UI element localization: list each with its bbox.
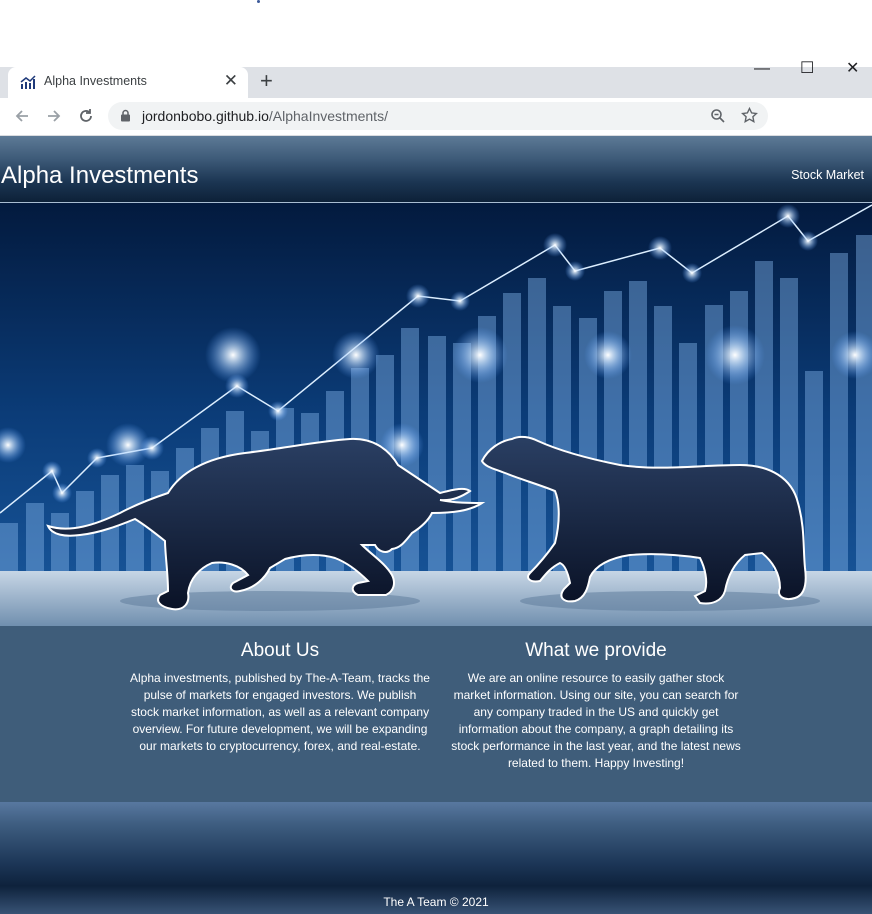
info-section: About Us Alpha investments, published by… — [0, 626, 872, 802]
nav-link-stock-market[interactable]: Stock Market — [791, 168, 864, 182]
close-icon[interactable]: ✕ — [224, 72, 238, 89]
window-close-icon[interactable]: ✕ — [846, 61, 859, 77]
browser-toolbar: jordonbobo.github.io/AlphaInvestments/ J — [0, 98, 872, 225]
star-icon[interactable] — [741, 106, 758, 129]
hero-image — [0, 202, 872, 628]
minimize-icon[interactable]: — — [754, 61, 770, 77]
lock-icon[interactable] — [120, 109, 131, 127]
page-content: Alpha Investments Stock Market About Us … — [0, 136, 872, 914]
desktop-background — [0, 0, 872, 67]
tab-alpha-investments[interactable]: Alpha Investments ✕ — [8, 67, 248, 98]
plus-icon[interactable]: + — [260, 70, 273, 92]
about-us-section: About Us Alpha investments, published by… — [130, 640, 430, 755]
footer-copyright: The A Team © 2021 — [383, 895, 489, 909]
zoom-icon[interactable] — [710, 108, 726, 129]
reload-icon[interactable] — [76, 106, 96, 126]
tab-title: Alpha Investments — [44, 74, 147, 88]
address-bar[interactable]: jordonbobo.github.io/AlphaInvestments/ — [108, 102, 768, 130]
stray-dot — [257, 0, 260, 3]
site-header: Alpha Investments Stock Market — [0, 136, 872, 202]
what-we-provide-heading: What we provide — [525, 640, 667, 661]
url-text: jordonbobo.github.io/AlphaInvestments/ — [142, 108, 388, 124]
chart-favicon-icon — [20, 74, 36, 90]
site-title[interactable]: Alpha Investments — [1, 162, 198, 190]
maximize-icon[interactable]: ☐ — [800, 61, 814, 77]
url-path: /AlphaInvestments/ — [268, 108, 388, 124]
site-footer: The A Team © 2021 — [0, 802, 872, 914]
tab-strip: Alpha Investments ✕ + — ☐ ✕ — [0, 61, 872, 98]
bull-bear-illustration — [0, 203, 872, 627]
about-us-text: Alpha investments, published by The-A-Te… — [130, 671, 430, 753]
about-us-heading: About Us — [240, 640, 320, 661]
what-we-provide-section: What we provide We are an online resourc… — [450, 640, 742, 772]
url-host: jordonbobo.github.io — [142, 108, 269, 124]
what-we-provide-text: We are an online resource to easily gath… — [451, 671, 741, 770]
back-icon[interactable] — [12, 106, 32, 126]
forward-icon[interactable] — [44, 106, 64, 126]
